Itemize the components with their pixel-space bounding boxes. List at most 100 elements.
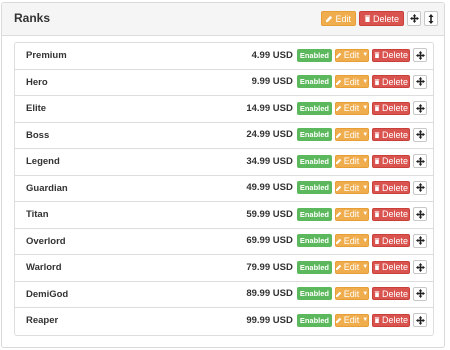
- trash-icon: [374, 131, 380, 138]
- status-badge: Enabled: [296, 287, 332, 300]
- delete-ranks-label: Delete: [372, 13, 399, 24]
- trash-icon: [374, 105, 380, 111]
- delete-rank-label: Delete: [382, 235, 409, 246]
- edit-rank-button[interactable]: Edit ▼: [335, 287, 369, 300]
- edit-rank-button[interactable]: Edit ▼: [335, 75, 369, 88]
- delete-rank-button[interactable]: Delete: [372, 207, 410, 221]
- delete-rank-button[interactable]: Delete: [372, 154, 410, 168]
- trash-icon: [374, 158, 380, 164]
- edit-ranks-button[interactable]: Edit: [321, 11, 356, 26]
- move-panel-button[interactable]: [407, 11, 421, 26]
- delete-rank-button[interactable]: Delete: [372, 234, 410, 247]
- trash-icon: [374, 237, 380, 244]
- edit-rank-label: Edit: [343, 262, 360, 272]
- edit-rank-label: Edit: [343, 182, 360, 193]
- move-rank-button[interactable]: [413, 127, 427, 142]
- edit-rank-label: Edit: [343, 288, 360, 299]
- arrows-move-icon: [415, 130, 425, 139]
- arrows-move-icon: [415, 209, 425, 219]
- rank-name: Titan: [26, 209, 49, 220]
- trash-icon: [374, 52, 380, 58]
- pencil-icon: [335, 79, 342, 85]
- edit-rank-button[interactable]: Edit ▼: [335, 234, 369, 247]
- move-rank-button[interactable]: [413, 260, 427, 274]
- edit-rank-button[interactable]: Edit ▼: [335, 260, 369, 274]
- delete-rank-button[interactable]: Delete: [372, 101, 410, 115]
- rank-price: 59.99 USD: [246, 208, 293, 220]
- move-rank-button[interactable]: [413, 154, 427, 168]
- edit-rank-button[interactable]: Edit ▼: [335, 128, 369, 141]
- delete-rank-label: Delete: [382, 156, 409, 166]
- arrows-move-icon: [415, 236, 425, 245]
- edit-rank-button[interactable]: Edit ▼: [335, 207, 369, 221]
- move-rank-button[interactable]: [413, 313, 427, 327]
- rank-controls: 4.99 USD Enabled Edit ▼ Delete: [252, 48, 427, 62]
- arrows-move-icon: [415, 183, 425, 192]
- delete-rank-button[interactable]: Delete: [372, 128, 410, 141]
- arrows-move-icon: [415, 77, 425, 86]
- edit-rank-label: Edit: [343, 103, 360, 113]
- rank-controls: 69.99 USD Enabled Edit ▼ Delete: [246, 233, 427, 248]
- rank-row: Premium 4.99 USD Enabled Edit ▼ Delete: [15, 43, 433, 70]
- chevron-down-icon: ▼: [362, 158, 369, 164]
- delete-rank-button[interactable]: Delete: [372, 313, 410, 327]
- edit-rank-label: Edit: [343, 235, 360, 246]
- delete-ranks-button[interactable]: Delete: [358, 11, 404, 26]
- rank-price: 14.99 USD: [246, 102, 293, 114]
- reorder-button[interactable]: [424, 11, 438, 26]
- trash-icon: [364, 15, 371, 22]
- rank-price: 4.99 USD: [251, 49, 293, 61]
- edit-rank-label: Edit: [343, 209, 360, 219]
- delete-rank-label: Delete: [382, 288, 409, 299]
- chevron-down-icon: ▼: [362, 78, 369, 85]
- status-badge: Enabled: [296, 313, 332, 327]
- pencil-icon: [335, 52, 342, 58]
- status-badge: Enabled: [296, 234, 332, 247]
- chevron-down-icon: ▼: [362, 264, 369, 270]
- trash-icon: [374, 264, 380, 270]
- rank-price: 89.99 USD: [246, 288, 293, 299]
- delete-rank-label: Delete: [382, 129, 409, 140]
- status-badge: Enabled: [296, 181, 332, 194]
- pencil-icon: [326, 15, 333, 22]
- move-rank-button[interactable]: [413, 74, 427, 89]
- edit-rank-button[interactable]: Edit ▼: [335, 101, 369, 115]
- status-badge: Enabled: [296, 128, 332, 141]
- edit-rank-button[interactable]: Edit ▼: [335, 313, 369, 327]
- pencil-icon: [335, 105, 342, 111]
- pencil-icon: [335, 132, 342, 138]
- chevron-down-icon: ▼: [362, 317, 369, 323]
- edit-rank-button[interactable]: Edit ▼: [335, 154, 369, 168]
- pencil-icon: [335, 158, 342, 164]
- rank-controls: 79.99 USD Enabled Edit ▼ Delete: [246, 260, 427, 274]
- rank-name: Warlord: [26, 262, 62, 273]
- delete-rank-label: Delete: [382, 103, 409, 113]
- delete-rank-button[interactable]: Delete: [372, 75, 410, 88]
- chevron-down-icon: ▼: [362, 211, 369, 217]
- delete-rank-label: Delete: [382, 182, 409, 193]
- arrows-move-icon: [415, 289, 425, 298]
- move-rank-button[interactable]: [413, 180, 427, 195]
- move-rank-button[interactable]: [413, 207, 427, 221]
- move-rank-button[interactable]: [413, 101, 427, 115]
- rank-price: 79.99 USD: [246, 261, 293, 273]
- delete-rank-label: Delete: [382, 76, 409, 87]
- rank-row: DemiGod 89.99 USD Enabled Edit ▼ Delete: [15, 282, 433, 308]
- edit-rank-button[interactable]: Edit ▼: [335, 48, 369, 62]
- edit-rank-label: Edit: [343, 50, 360, 60]
- delete-rank-button[interactable]: Delete: [372, 260, 410, 274]
- rank-controls: 9.99 USD Enabled Edit ▼ Delete: [252, 74, 427, 89]
- rank-row: Overlord 69.99 USD Enabled Edit ▼ Delete: [15, 229, 433, 255]
- rank-price: 24.99 USD: [246, 129, 293, 140]
- edit-rank-button[interactable]: Edit ▼: [335, 181, 369, 194]
- move-rank-button[interactable]: [413, 48, 427, 62]
- rank-name: Hero: [26, 76, 48, 88]
- status-badge: Enabled: [296, 48, 332, 62]
- move-rank-button[interactable]: [413, 233, 427, 248]
- move-rank-button[interactable]: [413, 286, 427, 301]
- delete-rank-button[interactable]: Delete: [372, 181, 410, 194]
- arrows-vertical-icon: [428, 13, 434, 24]
- delete-rank-button[interactable]: Delete: [372, 287, 410, 300]
- delete-rank-button[interactable]: Delete: [372, 48, 410, 62]
- pencil-icon: [335, 291, 342, 297]
